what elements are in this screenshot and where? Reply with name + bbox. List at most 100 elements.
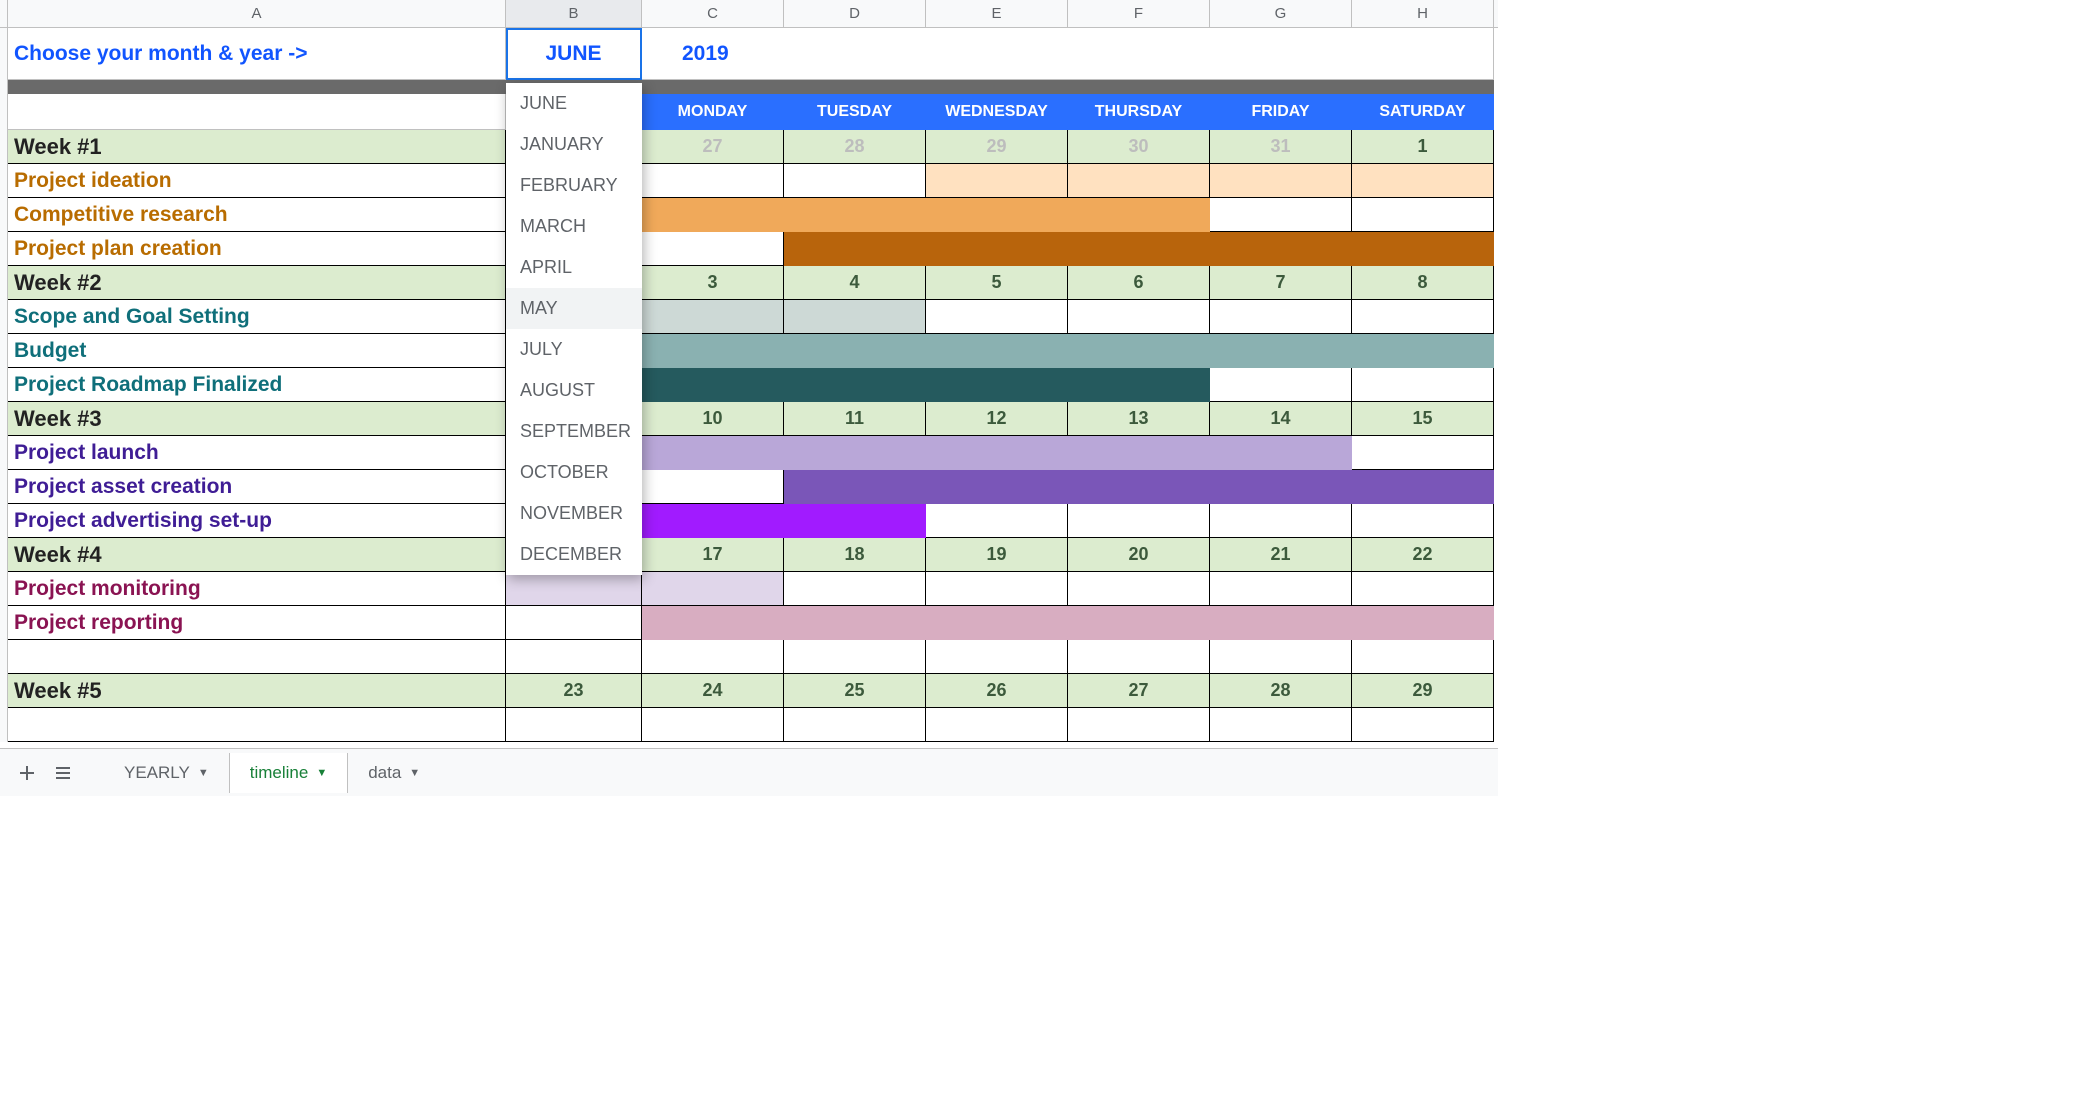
year-cell[interactable]: 2019 <box>642 28 784 80</box>
task-fill-cell[interactable] <box>926 470 1068 504</box>
task-fill-cell[interactable] <box>926 198 1068 232</box>
task-fill-cell[interactable] <box>926 708 1068 742</box>
date-cell[interactable]: 1 <box>1352 130 1494 164</box>
week-label-cell[interactable]: Week #1 <box>8 130 506 164</box>
date-cell[interactable]: 18 <box>784 538 926 572</box>
col-header-A[interactable]: A <box>8 0 506 27</box>
task-fill-cell[interactable] <box>1352 436 1494 470</box>
task-fill-cell[interactable] <box>506 572 642 606</box>
task-fill-cell[interactable] <box>1352 164 1494 198</box>
task-label-cell[interactable]: Scope and Goal Setting <box>8 300 506 334</box>
task-fill-cell[interactable] <box>926 334 1068 368</box>
task-fill-cell[interactable] <box>1210 640 1352 674</box>
date-cell[interactable]: 12 <box>926 402 1068 436</box>
task-fill-cell[interactable] <box>926 300 1068 334</box>
task-fill-cell[interactable] <box>784 470 926 504</box>
task-label-cell[interactable]: Project reporting <box>8 606 506 640</box>
date-cell[interactable]: 14 <box>1210 402 1352 436</box>
task-fill-cell[interactable] <box>1068 606 1210 640</box>
task-fill-cell[interactable] <box>1210 708 1352 742</box>
dropdown-item[interactable]: JULY <box>506 329 642 370</box>
sheet-tab[interactable]: YEARLY▼ <box>104 753 229 793</box>
task-fill-cell[interactable] <box>1068 232 1210 266</box>
dropdown-item[interactable]: NOVEMBER <box>506 493 642 534</box>
task-fill-cell[interactable] <box>926 606 1068 640</box>
date-cell[interactable]: 25 <box>784 674 926 708</box>
date-cell[interactable]: 31 <box>1210 130 1352 164</box>
task-fill-cell[interactable] <box>1210 164 1352 198</box>
date-cell[interactable]: 23 <box>506 674 642 708</box>
dropdown-item[interactable]: DECEMBER <box>506 534 642 575</box>
date-cell[interactable]: 4 <box>784 266 926 300</box>
task-fill-cell[interactable] <box>926 368 1068 402</box>
sheet-tab[interactable]: timeline▼ <box>229 753 348 793</box>
day-header-tuesday[interactable]: TUESDAY <box>784 94 926 130</box>
task-label-cell[interactable]: Project ideation <box>8 164 506 198</box>
task-fill-cell[interactable] <box>1352 470 1494 504</box>
task-fill-cell[interactable] <box>642 640 784 674</box>
date-cell[interactable]: 6 <box>1068 266 1210 300</box>
task-label-cell[interactable]: Budget <box>8 334 506 368</box>
col-header-E[interactable]: E <box>926 0 1068 27</box>
day-header-thursday[interactable]: THURSDAY <box>1068 94 1210 130</box>
month-cell[interactable]: JUNE <box>506 28 642 80</box>
date-cell[interactable]: 26 <box>926 674 1068 708</box>
task-fill-cell[interactable] <box>642 572 784 606</box>
task-fill-cell[interactable] <box>1352 504 1494 538</box>
col-header-B[interactable]: B <box>506 0 642 27</box>
task-fill-cell[interactable] <box>1068 164 1210 198</box>
task-fill-cell[interactable] <box>784 368 926 402</box>
task-fill-cell[interactable] <box>642 436 784 470</box>
task-fill-cell[interactable] <box>784 164 926 198</box>
task-fill-cell[interactable] <box>506 640 642 674</box>
task-fill-cell[interactable] <box>1210 232 1352 266</box>
date-cell[interactable]: 27 <box>1068 674 1210 708</box>
task-fill-cell[interactable] <box>1068 334 1210 368</box>
task-fill-cell[interactable] <box>784 232 926 266</box>
week-label-cell[interactable]: Week #2 <box>8 266 506 300</box>
date-cell[interactable]: 11 <box>784 402 926 436</box>
date-cell[interactable]: 28 <box>1210 674 1352 708</box>
task-fill-cell[interactable] <box>784 300 926 334</box>
task-fill-cell[interactable] <box>784 572 926 606</box>
date-cell[interactable]: 19 <box>926 538 1068 572</box>
dropdown-item[interactable]: FEBRUARY <box>506 165 642 206</box>
task-fill-cell[interactable] <box>1352 640 1494 674</box>
task-fill-cell[interactable] <box>1068 300 1210 334</box>
task-fill-cell[interactable] <box>1210 368 1352 402</box>
date-cell[interactable]: 21 <box>1210 538 1352 572</box>
task-fill-cell[interactable] <box>1352 232 1494 266</box>
task-fill-cell[interactable] <box>1210 572 1352 606</box>
task-fill-cell[interactable] <box>926 640 1068 674</box>
col-header-F[interactable]: F <box>1068 0 1210 27</box>
dropdown-item[interactable]: OCTOBER <box>506 452 642 493</box>
task-fill-cell[interactable] <box>642 232 784 266</box>
task-label-cell[interactable] <box>8 708 506 742</box>
col-header-C[interactable]: C <box>642 0 784 27</box>
add-sheet-button[interactable] <box>12 758 42 788</box>
date-cell[interactable]: 30 <box>1068 130 1210 164</box>
date-cell[interactable]: 7 <box>1210 266 1352 300</box>
task-fill-cell[interactable] <box>1210 300 1352 334</box>
month-dropdown[interactable]: JUNEJANUARYFEBRUARYMARCHAPRILMAYJULYAUGU… <box>506 83 642 575</box>
dropdown-item[interactable]: MARCH <box>506 206 642 247</box>
task-fill-cell[interactable] <box>642 300 784 334</box>
task-fill-cell[interactable] <box>784 198 926 232</box>
task-fill-cell[interactable] <box>1210 470 1352 504</box>
task-fill-cell[interactable] <box>1210 334 1352 368</box>
date-cell[interactable]: 29 <box>926 130 1068 164</box>
task-fill-cell[interactable] <box>1352 708 1494 742</box>
task-fill-cell[interactable] <box>642 334 784 368</box>
task-fill-cell[interactable] <box>1068 436 1210 470</box>
task-fill-cell[interactable] <box>642 470 784 504</box>
task-fill-cell[interactable] <box>642 368 784 402</box>
date-cell[interactable]: 5 <box>926 266 1068 300</box>
date-cell[interactable]: 17 <box>642 538 784 572</box>
week-label-cell[interactable]: Week #5 <box>8 674 506 708</box>
task-fill-cell[interactable] <box>1352 606 1494 640</box>
task-fill-cell[interactable] <box>642 504 784 538</box>
task-fill-cell[interactable] <box>926 164 1068 198</box>
task-fill-cell[interactable] <box>1210 198 1352 232</box>
day-header-monday[interactable]: MONDAY <box>642 94 784 130</box>
col-header-H[interactable]: H <box>1352 0 1494 27</box>
